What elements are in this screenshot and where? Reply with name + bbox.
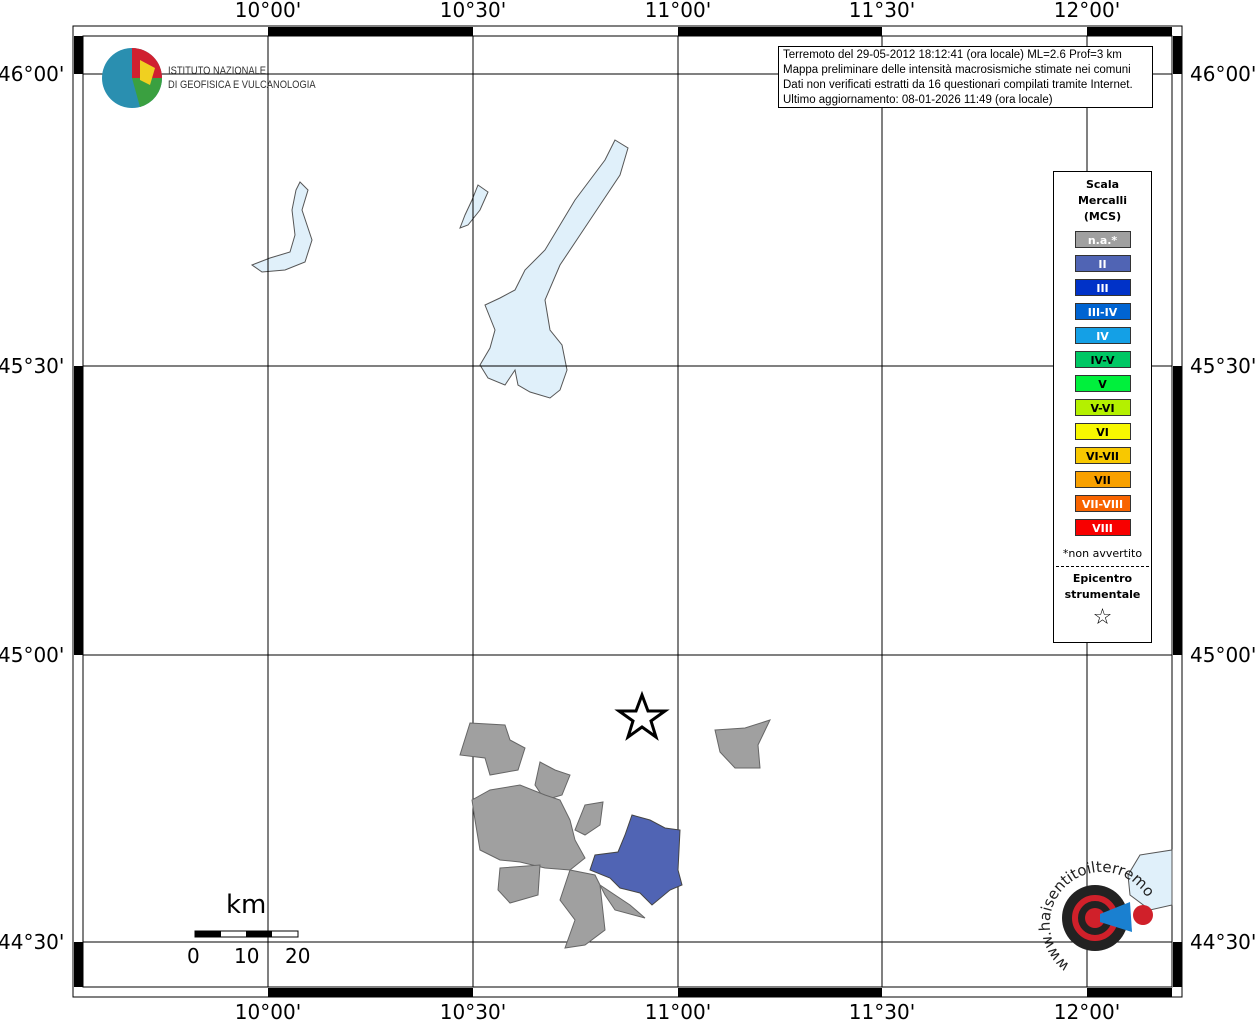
epicenter-legend-star-icon: ☆ (1092, 605, 1113, 630)
intensity-legend: Scala Mercalli (MCS) n.a.* II III III-IV IV I… (1053, 171, 1152, 643)
legend-swatch: VIII (1074, 519, 1131, 536)
lon-label: 10°30' (439, 1000, 507, 1024)
legend-note: *non avvertito (1062, 547, 1143, 560)
epicenter-legend-title: Epicentro strumentale (1054, 571, 1151, 603)
ingv-logo-text: ISTITUTO NAZIONALE DI GEOFISICA E VULCAN… (168, 64, 316, 92)
lon-label: 11°00' (644, 0, 712, 22)
legend-swatch: V-VI (1074, 399, 1131, 416)
legend-swatch: n.a.* (1074, 231, 1131, 248)
lon-label: 11°30' (848, 0, 916, 22)
legend-title-line: (MCS) (1083, 210, 1122, 223)
lat-label: 45°00' (1190, 643, 1255, 667)
scale-unit: km (226, 890, 267, 920)
legend-swatch: III (1074, 279, 1131, 296)
legend-swatch: III-IV (1074, 303, 1131, 320)
legend-swatch: IV-V (1074, 351, 1131, 368)
lat-label: 45°30' (0, 354, 65, 378)
lat-label: 45°00' (0, 643, 65, 667)
watermark-url: www.haisentitoilterremoto.it (1030, 850, 1158, 975)
epicenter-legend-line: Epicentro (1072, 572, 1133, 585)
scale-bar (194, 930, 299, 938)
lon-label: 11°30' (848, 1000, 916, 1024)
lon-label: 12°00' (1053, 0, 1121, 22)
lat-label: 46°00' (0, 62, 65, 86)
lat-label: 45°30' (1190, 354, 1255, 378)
lat-label: 44°30' (1190, 930, 1255, 954)
legend-swatch: V (1074, 375, 1131, 392)
legend-title-line: Scala (1085, 178, 1120, 191)
scale-tick: 0 (187, 944, 200, 968)
legend-swatch: VII (1074, 471, 1131, 488)
legend-swatch: VI (1074, 423, 1131, 440)
legend-swatch: II (1074, 255, 1131, 272)
lat-label: 46°00' (1190, 62, 1255, 86)
legend-swatch: IV (1074, 327, 1131, 344)
event-info-box: Terremoto del 29-05-2012 18:12:41 (ora l… (778, 46, 1153, 108)
lat-label: 44°30' (0, 930, 65, 954)
lon-label: 12°00' (1053, 1000, 1121, 1024)
legend-swatch: VII-VIII (1074, 495, 1131, 512)
legend-title-line: Mercalli (1077, 194, 1128, 207)
lon-label: 10°30' (439, 0, 507, 22)
legend-title: Scala Mercalli (MCS) (1054, 177, 1151, 225)
event-info-line: Mappa preliminare delle intensità macros… (783, 64, 1131, 76)
scale-tick: 10 (234, 944, 260, 968)
lon-label: 11°00' (644, 1000, 712, 1024)
lon-label: 10°00' (234, 1000, 302, 1024)
watermark-text: www.haisentitoilterremoto.it (1030, 850, 1158, 975)
ingv-logo-icon (102, 48, 163, 108)
event-info-line: Ultimo aggiornamento: 08-01-2026 11:49 (… (783, 94, 1053, 106)
logo-line: ISTITUTO NAZIONALE (168, 65, 267, 77)
logo-line: DI GEOFISICA E VULCANOLOGIA (168, 79, 316, 91)
epicenter-legend-line: strumentale (1064, 588, 1141, 601)
lon-label: 10°00' (234, 0, 302, 22)
legend-swatches: n.a.* II III III-IV IV IV-V V V-VI VI VI-VII VII VI… (1054, 231, 1151, 536)
scale-tick: 20 (285, 944, 311, 968)
legend-swatch: VI-VII (1074, 447, 1131, 464)
event-info-line: Terremoto del 29-05-2012 18:12:41 (ora l… (783, 49, 1122, 61)
event-info-line: Dati non verificati estratti da 16 quest… (783, 79, 1133, 91)
svg-text:www.haisentitoilterremoto.it: www.haisentitoilterremoto.it (1030, 850, 1158, 975)
